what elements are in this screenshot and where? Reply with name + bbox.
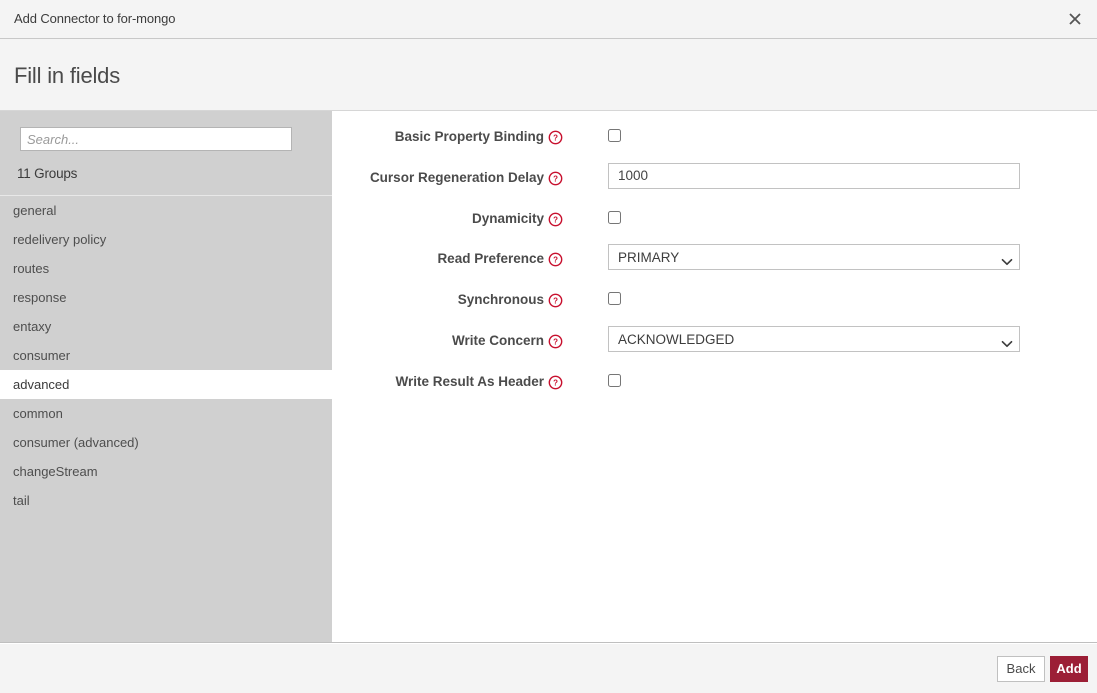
input-cursor-regeneration-delay[interactable] — [608, 162, 1020, 189]
svg-text:?: ? — [553, 297, 558, 306]
help-circle-icon[interactable]: ? — [548, 212, 563, 227]
label-write-result-as-header: Write Result As Header — [395, 373, 544, 389]
groups-sidebar: 11 Groups generalredelivery policyroutes… — [0, 111, 332, 642]
checkbox-basic-property-binding[interactable] — [608, 129, 621, 142]
sidebar-item-routes[interactable]: routes — [0, 254, 332, 283]
close-icon — [1068, 12, 1082, 26]
sidebar-item-common[interactable]: common — [0, 399, 332, 428]
sidebar-item-tail[interactable]: tail — [0, 486, 332, 515]
wizard-step-header: Fill in fields — [0, 39, 1097, 111]
sidebar-item-consumer-advanced[interactable]: consumer (advanced) — [0, 428, 332, 457]
form-row-read-preference: Read Preference? PRIMARY — [333, 244, 1097, 274]
select-write-concern[interactable]: ACKNOWLEDGED — [608, 326, 1020, 352]
help-circle-icon[interactable]: ? — [548, 375, 563, 390]
search-input[interactable] — [20, 127, 292, 151]
sidebar-item-general[interactable]: general — [0, 196, 332, 225]
back-button[interactable]: Back — [997, 656, 1045, 682]
form-row-cursor-regeneration-delay: Cursor Regeneration Delay? — [333, 162, 1097, 193]
dialog-footer: Back Add — [0, 644, 1097, 693]
group-list: general redelivery policy routes response en… — [0, 196, 332, 515]
sidebar-header: 11 Groups — [0, 111, 332, 196]
dialog-titlebar: Add Connector to for-mongo — [0, 0, 1097, 39]
label-cursor-regeneration-delay: Cursor Regeneration Delay — [369, 169, 544, 185]
page-title: Fill in fields — [14, 63, 121, 88]
sidebar-item-entaxy[interactable]: entaxy — [0, 312, 332, 341]
label-synchronous: Synchronous — [457, 292, 544, 308]
select-read-preference[interactable]: PRIMARY — [608, 244, 1020, 271]
form-row-basic-property-binding: Basic Property Binding? — [333, 122, 1097, 152]
checkbox-dynamicity[interactable] — [608, 210, 621, 224]
add-button[interactable]: Add — [1050, 656, 1088, 682]
fields-form: Basic Property Binding? Cursor Regenerati… — [333, 111, 1097, 642]
select-wrapper-write-concern: ACKNOWLEDGED — [333, 326, 1097, 352]
svg-text:?: ? — [553, 174, 558, 183]
help-circle-icon[interactable]: ? — [548, 293, 563, 308]
close-button[interactable] — [1053, 0, 1097, 38]
form-row-write-result-as-header: Write Result As Header? — [333, 367, 1097, 397]
form-row-write-concern: Write Concern? ACKNOWLEDGED — [333, 326, 1097, 356]
select-wrapper-read-preference: PRIMARY — [333, 244, 1097, 271]
dialog-body: 11 Groups generalredelivery policyroutes… — [0, 111, 1097, 643]
label-dynamicity: Dynamicity — [471, 210, 544, 226]
checkbox-write-result-as-header[interactable] — [608, 373, 621, 387]
sidebar-item-consumer[interactable]: consumer — [0, 341, 332, 370]
form-row-dynamicity: Dynamicity? — [333, 204, 1097, 234]
sidebar-item-advanced[interactable]: advanced — [0, 370, 332, 399]
groups-count-label: 11 Groups — [17, 166, 78, 181]
help-circle-icon[interactable]: ? — [548, 130, 563, 145]
svg-text:?: ? — [553, 378, 558, 387]
label-basic-property-binding: Basic Property Binding — [394, 129, 544, 144]
svg-text:?: ? — [553, 215, 558, 224]
sidebar-item-response[interactable]: response — [0, 283, 332, 312]
sidebar-item-redelivery-policy[interactable]: redelivery policy — [0, 225, 332, 254]
checkbox-synchronous[interactable] — [608, 292, 621, 306]
sidebar-item-changestream[interactable]: changeStream — [0, 457, 332, 486]
form-row-synchronous: Synchronous? — [333, 285, 1097, 315]
svg-text:?: ? — [553, 134, 558, 143]
help-circle-icon[interactable]: ? — [548, 171, 563, 186]
dialog-title: Add Connector to for-mongo — [14, 11, 176, 26]
